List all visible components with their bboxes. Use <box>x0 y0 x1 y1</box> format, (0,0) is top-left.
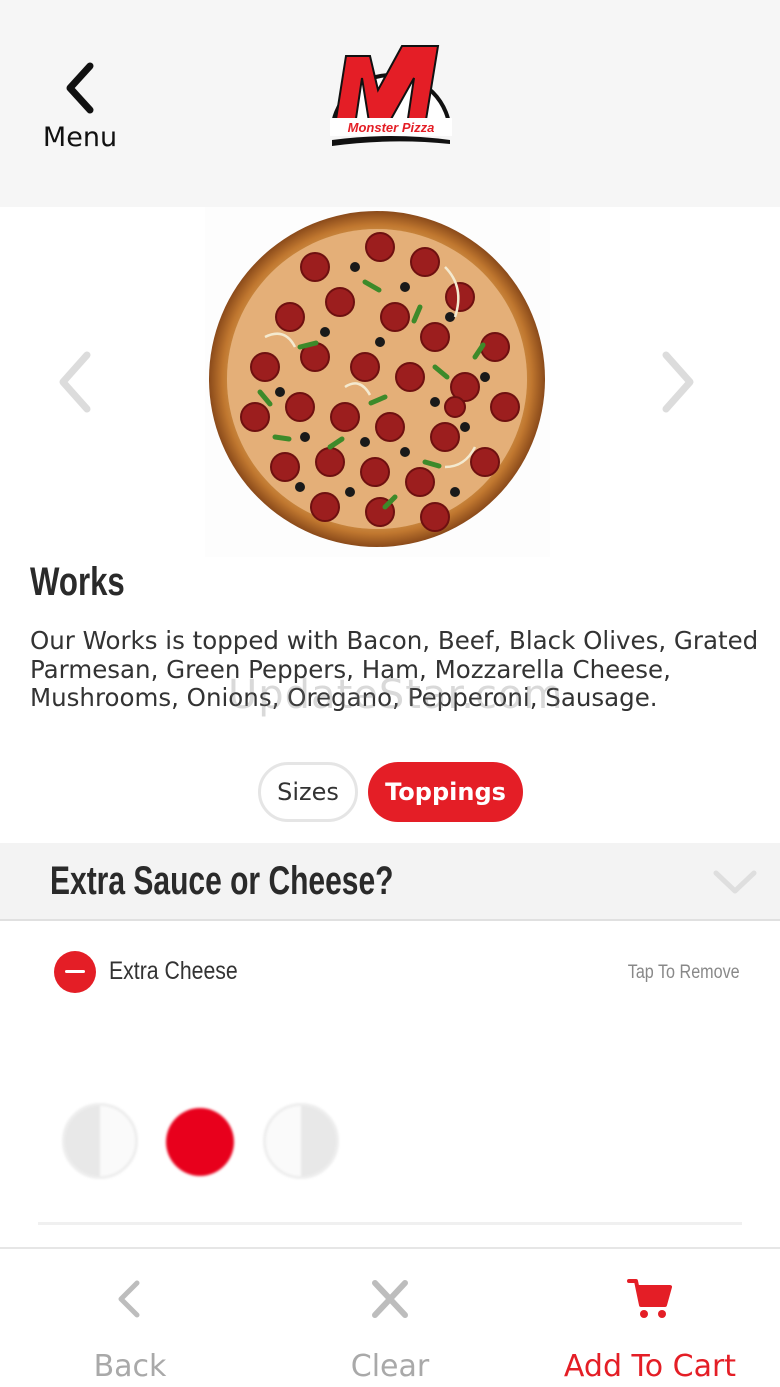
topping-name: Extra Cheese <box>109 957 238 985</box>
app-header: Menu Monster Pizza <box>0 0 780 207</box>
clear-button[interactable]: Clear <box>260 1249 520 1387</box>
minus-circle-icon[interactable] <box>54 951 96 993</box>
menu-back-button[interactable]: Menu <box>30 60 130 170</box>
portion-right-half-button[interactable] <box>263 1103 339 1179</box>
portion-left-half-button[interactable] <box>62 1103 138 1179</box>
chevron-left-icon <box>66 62 94 114</box>
clear-label: Clear <box>350 1349 430 1384</box>
topping-row-extra-cheese[interactable]: Extra Cheese Tap To Remove <box>0 940 780 1004</box>
gallery-prev-button[interactable] <box>55 347 95 417</box>
add-to-cart-button[interactable]: Add To Cart <box>520 1249 780 1387</box>
chevron-left-icon <box>118 1280 140 1318</box>
gallery-next-button[interactable] <box>658 347 698 417</box>
back-button[interactable]: Back <box>0 1249 260 1387</box>
bottom-action-bar: Back Clear Add To Cart <box>0 1247 780 1387</box>
portion-whole-button[interactable] <box>166 1108 234 1176</box>
menu-label: Menu <box>42 122 118 153</box>
tab-toppings[interactable]: Toppings <box>368 762 523 822</box>
chevron-down-icon <box>713 870 757 894</box>
section-title: Extra Sauce or Cheese? <box>50 859 394 903</box>
back-label: Back <box>93 1349 167 1384</box>
add-to-cart-label: Add To Cart <box>563 1349 737 1384</box>
logo-text: Monster Pizza <box>348 120 435 135</box>
tab-sizes[interactable]: Sizes <box>258 762 358 822</box>
pizza-image <box>205 207 550 557</box>
product-title: Works <box>30 560 125 604</box>
product-gallery <box>0 207 780 557</box>
tap-to-remove-label[interactable]: Tap To Remove <box>628 962 740 984</box>
close-icon <box>372 1280 408 1318</box>
product-description: Our Works is topped with Bacon, Beef, Bl… <box>30 626 759 712</box>
cart-icon <box>627 1279 672 1318</box>
row-divider <box>38 1222 742 1225</box>
monster-pizza-logo: Monster Pizza <box>329 45 453 146</box>
section-header[interactable]: Extra Sauce or Cheese? <box>0 843 780 921</box>
